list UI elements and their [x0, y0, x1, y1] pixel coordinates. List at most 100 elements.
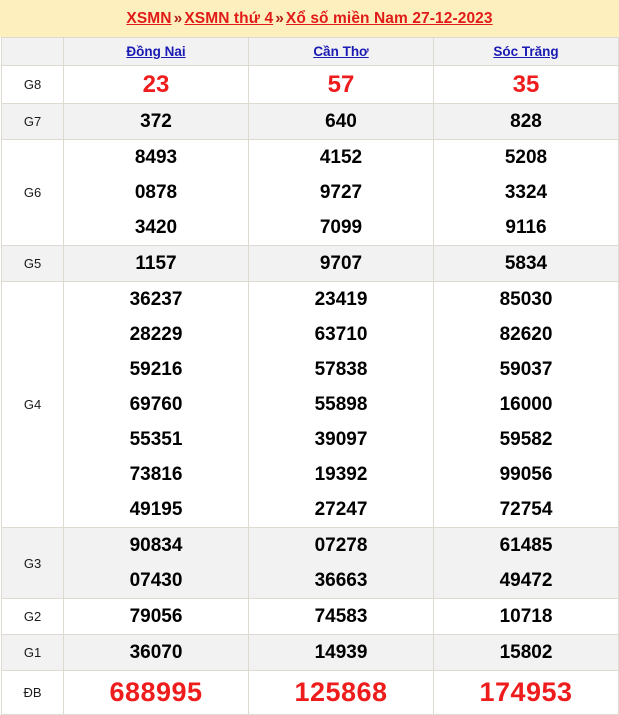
- lottery-number: 39097: [314, 429, 368, 450]
- table-row: G6 8493 0878 3420 4152 9727 7099 5208 33…: [1, 139, 619, 246]
- lottery-number: 49472: [499, 570, 553, 591]
- prize-values-g6-col3: 5208 3324 9116: [433, 139, 619, 246]
- lottery-number: 74583: [314, 606, 368, 627]
- province-header-1: Đồng Nai: [63, 37, 249, 66]
- lottery-number: 125868: [294, 677, 388, 707]
- prize-values-g5-col3: 5834: [433, 245, 619, 282]
- lottery-number: 07278: [314, 535, 368, 556]
- prize-values-g8-col3: 35: [433, 65, 619, 104]
- lottery-number: 57838: [314, 359, 368, 380]
- lottery-number: 688995: [109, 677, 203, 707]
- prize-label-g8: G8: [1, 65, 64, 104]
- prize-values-g2-col2: 74583: [248, 598, 434, 635]
- lottery-results-table: Đồng Nai Cần Thơ Sóc Trăng G8 23 57 35 G…: [1, 37, 619, 715]
- table-header-row: Đồng Nai Cần Thơ Sóc Trăng: [1, 37, 619, 66]
- lottery-number: 49195: [129, 499, 183, 520]
- lottery-number: 79056: [129, 606, 183, 627]
- prize-label-g2: G2: [1, 598, 64, 635]
- table-row: G7 372 640 828: [1, 103, 619, 140]
- prize-label-g4: G4: [1, 281, 64, 528]
- province-link-1[interactable]: Đồng Nai: [126, 44, 185, 59]
- prize-values-g8-col1: 23: [63, 65, 249, 104]
- province-header-3: Sóc Trăng: [433, 37, 619, 66]
- prize-values-g5-col1: 1157: [63, 245, 249, 282]
- prize-values-g3-col3: 61485 49472: [433, 527, 619, 599]
- prize-values-g7-col1: 372: [63, 103, 249, 140]
- prize-values-g3-col2: 07278 36663: [248, 527, 434, 599]
- prize-label-g6: G6: [1, 139, 64, 246]
- lottery-number: 9707: [319, 253, 363, 274]
- lottery-number: 85030: [499, 289, 553, 310]
- lottery-number: 23419: [314, 289, 368, 310]
- breadcrumb-link-xsmn[interactable]: XSMN: [126, 10, 171, 27]
- lottery-number: 14939: [314, 642, 368, 663]
- table-row: G5 1157 9707 5834: [1, 245, 619, 282]
- breadcrumb-link-date[interactable]: Xổ số miền Nam 27-12-2023: [286, 10, 493, 27]
- lottery-number: 55351: [129, 429, 183, 450]
- prize-values-g2-col3: 10718: [433, 598, 619, 635]
- lottery-number: 19392: [314, 464, 368, 485]
- lottery-number: 3420: [134, 217, 178, 238]
- lottery-number: 5208: [504, 147, 548, 168]
- lottery-number: 15802: [499, 642, 553, 663]
- lottery-number: 72754: [499, 499, 553, 520]
- lottery-number: 4152: [319, 147, 363, 168]
- table-row: G8 23 57 35: [1, 65, 619, 104]
- prize-label-g5: G5: [1, 245, 64, 282]
- prize-label-g3: G3: [1, 527, 64, 599]
- prize-values-g7-col2: 640: [248, 103, 434, 140]
- lottery-number: 36237: [129, 289, 183, 310]
- breadcrumb-separator-1: »: [173, 9, 183, 27]
- table-row: G3 90834 07430 07278 36663 61485 49472: [1, 527, 619, 599]
- prize-column-header: [1, 37, 64, 66]
- lottery-number: 59216: [129, 359, 183, 380]
- lottery-number: 90834: [129, 535, 183, 556]
- table-body: G8 23 57 35 G7 372 640 828 G6 8493 0878 …: [1, 65, 619, 715]
- prize-values-g1-col3: 15802: [433, 634, 619, 671]
- province-link-2[interactable]: Cần Thơ: [313, 44, 368, 59]
- lottery-number: 1157: [135, 253, 177, 274]
- lottery-number: 8493: [134, 147, 178, 168]
- table-row: ĐB 688995 125868 174953: [1, 670, 619, 715]
- lottery-number: 07430: [129, 570, 183, 591]
- prize-values-g4-col1: 36237 28229 59216 69760 55351 73816 4919…: [63, 281, 249, 528]
- prize-values-db-col1: 688995: [63, 670, 249, 715]
- breadcrumb-separator-2: »: [275, 9, 284, 27]
- prize-values-g7-col3: 828: [433, 103, 619, 140]
- breadcrumb: XSMN» XSMN thứ 4» Xổ số miền Nam 27-12-202…: [126, 10, 492, 28]
- lottery-number: 63710: [314, 324, 368, 345]
- lottery-number: 36070: [129, 642, 183, 663]
- lottery-number: 57: [327, 71, 355, 98]
- table-row: G1 36070 14939 15802: [1, 634, 619, 671]
- table-row: G4 36237 28229 59216 69760 55351 73816 4…: [1, 281, 619, 528]
- breadcrumb-link-xsmn-thu-4[interactable]: XSMN thứ 4: [184, 10, 273, 27]
- prize-values-db-col3: 174953: [433, 670, 619, 715]
- lottery-number: 9116: [505, 217, 547, 238]
- prize-values-g8-col2: 57: [248, 65, 434, 104]
- breadcrumb-bar: XSMN» XSMN thứ 4» Xổ số miền Nam 27-12-202…: [0, 0, 619, 37]
- province-link-3[interactable]: Sóc Trăng: [493, 44, 558, 59]
- prize-label-g1: G1: [1, 634, 64, 671]
- lottery-number: 69760: [129, 394, 183, 415]
- lottery-number: 16000: [499, 394, 553, 415]
- lottery-number: 99056: [499, 464, 553, 485]
- lottery-number: 23: [142, 71, 170, 98]
- prize-values-g6-col1: 8493 0878 3420: [63, 139, 249, 246]
- lottery-number: 828: [510, 111, 542, 132]
- prize-values-g1-col2: 14939: [248, 634, 434, 671]
- lottery-number: 28229: [129, 324, 183, 345]
- lottery-number: 9727: [319, 182, 363, 203]
- prize-values-g6-col2: 4152 9727 7099: [248, 139, 434, 246]
- lottery-number: 35: [512, 71, 540, 98]
- prize-values-g5-col2: 9707: [248, 245, 434, 282]
- lottery-number: 61485: [499, 535, 553, 556]
- lottery-number: 36663: [314, 570, 368, 591]
- lottery-number: 7099: [319, 217, 363, 238]
- lottery-number: 174953: [479, 677, 573, 707]
- table-row: G2 79056 74583 10718: [1, 598, 619, 635]
- lottery-number: 82620: [499, 324, 553, 345]
- prize-values-db-col2: 125868: [248, 670, 434, 715]
- lottery-number: 3324: [504, 182, 548, 203]
- lottery-number: 73816: [129, 464, 183, 485]
- lottery-number: 0878: [134, 182, 178, 203]
